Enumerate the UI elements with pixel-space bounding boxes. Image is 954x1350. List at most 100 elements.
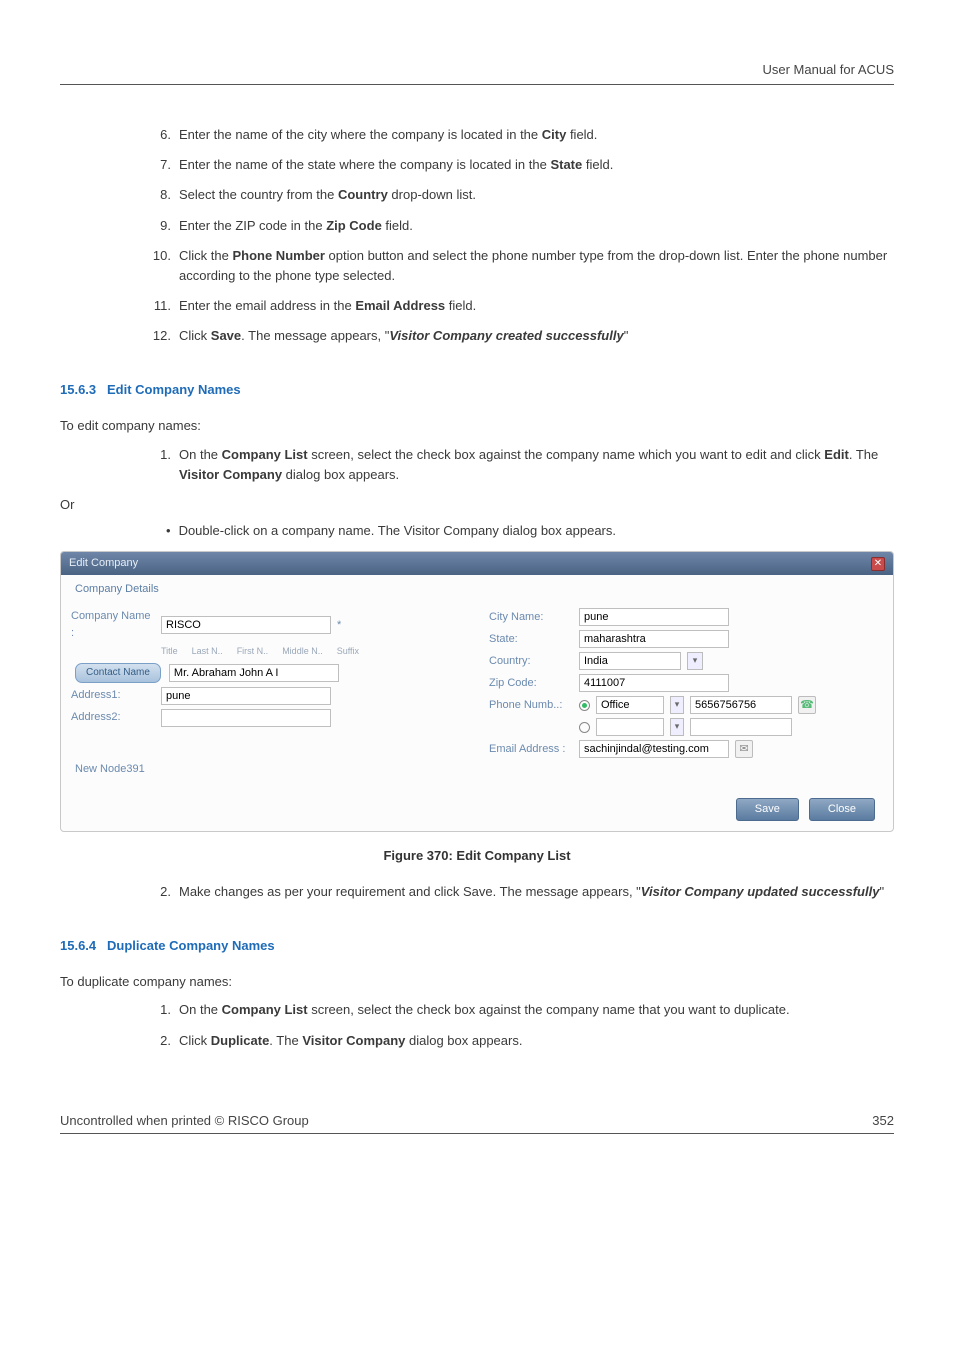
section-heading-edit: 15.6.3 Edit Company Names [60, 380, 894, 400]
list-number: 2. [145, 1031, 171, 1051]
list-number: 1. [145, 1000, 171, 1020]
list-text: Enter the ZIP code in the Zip Code field… [179, 216, 894, 236]
list-item: 9. Enter the ZIP code in the Zip Code fie… [145, 216, 894, 236]
state-label: State: [489, 631, 573, 648]
section-title: Duplicate Company Names [107, 938, 275, 953]
hint-last: Last N.. [192, 645, 223, 659]
list-text: Make changes as per your requirement and… [179, 882, 894, 902]
list-text: Click Save. The message appears, "Visito… [179, 326, 894, 346]
phone-radio-1[interactable] [579, 700, 590, 711]
fieldset-label: Company Details [71, 583, 159, 595]
contact-name-button[interactable]: Contact Name [75, 663, 161, 683]
hint-first: First N.. [237, 645, 269, 659]
address2-input[interactable] [161, 709, 331, 727]
list-number: 8. [145, 185, 171, 205]
or-text: Or [60, 495, 894, 515]
hint-title: Title [161, 645, 178, 659]
section-number: 15.6.4 [60, 938, 96, 953]
zip-label: Zip Code: [489, 675, 573, 692]
address1-label: Address1: [71, 687, 155, 704]
close-icon[interactable]: ✕ [871, 557, 885, 571]
list-item: 2. Click Duplicate. The Visitor Company d… [145, 1031, 894, 1051]
phone-radio-2[interactable] [579, 722, 590, 733]
list-text: On the Company List screen, select the c… [179, 1000, 894, 1020]
state-input[interactable] [579, 630, 729, 648]
list-text: Enter the name of the state where the co… [179, 155, 894, 175]
intro-text-b: To duplicate company names: [60, 972, 894, 992]
phone-input[interactable] [690, 696, 792, 714]
list-text: Enter the email address in the Email Add… [179, 296, 894, 316]
contact-name-input[interactable] [169, 664, 339, 682]
country-label: Country: [489, 653, 573, 670]
list-item: 12. Click Save. The message appears, "Vis… [145, 326, 894, 346]
hint-suffix: Suffix [337, 645, 359, 659]
dialog-titlebar: Edit Company ✕ [61, 552, 893, 575]
list-text: Enter the name of the city where the com… [179, 125, 894, 145]
list-number: 10. [145, 246, 171, 286]
list-number: 12. [145, 326, 171, 346]
email-input[interactable] [579, 740, 729, 758]
required-marker: * [337, 617, 345, 634]
list-number: 11. [145, 296, 171, 316]
list-text: Select the country from the Country drop… [179, 185, 894, 205]
list-number: 9. [145, 216, 171, 236]
page-footer: Uncontrolled when printed © RISCO Group … [60, 1111, 894, 1134]
close-button[interactable]: Close [809, 798, 875, 821]
list-item: 10. Click the Phone Number option button … [145, 246, 894, 286]
email-icon[interactable]: ✉ [735, 740, 753, 758]
phone-label: Phone Numb..: [489, 697, 573, 714]
company-name-label: Company Name : [71, 608, 155, 642]
ordered-list-c: 2. Make changes as per your requirement a… [145, 882, 894, 902]
list-number: 2. [145, 882, 171, 902]
list-text: Click Duplicate. The Visitor Company dia… [179, 1031, 894, 1051]
list-number: 7. [145, 155, 171, 175]
list-item: 1.On the Company List screen, select the… [145, 445, 894, 485]
hint-middle: Middle N.. [282, 645, 323, 659]
list-text: On the Company List screen, select the c… [179, 445, 894, 485]
zip-input[interactable] [579, 674, 729, 692]
phone-type-select[interactable] [596, 696, 664, 714]
footer-page-number: 352 [872, 1111, 894, 1131]
list-item: 6. Enter the name of the city where the c… [145, 125, 894, 145]
save-button[interactable]: Save [736, 798, 799, 821]
dialog-footer: Save Close [61, 792, 893, 831]
section-heading-duplicate: 15.6.4 Duplicate Company Names [60, 936, 894, 956]
list-item: 11. Enter the email address in the Email … [145, 296, 894, 316]
list-item: 8. Select the country from the Country dr… [145, 185, 894, 205]
company-name-input[interactable] [161, 616, 331, 634]
list-item: 1. On the Company List screen, select the… [145, 1000, 894, 1020]
city-label: City Name: [489, 609, 573, 626]
country-select[interactable] [579, 652, 681, 670]
email-label: Email Address : [489, 741, 573, 758]
section-title: Edit Company Names [107, 382, 241, 397]
phone-type-select-2[interactable] [596, 718, 664, 736]
ordered-list-a: 6. Enter the name of the city where the c… [145, 125, 894, 346]
list-number: 1. [145, 445, 171, 485]
figure-caption: Figure 370: Edit Company List [60, 846, 894, 866]
bullet-list-b: Double-click on a company name. The Visi… [60, 521, 894, 541]
new-node-label: New Node391 [71, 757, 465, 778]
dialog-left-column: Company Name : * Title Last N.. First N.… [71, 604, 465, 778]
bullet-item: Double-click on a company name. The Visi… [166, 521, 894, 541]
edit-company-dialog: Edit Company ✕ Company Details Company N… [60, 551, 894, 832]
dialog-right-column: City Name: State: Country: ▾ Zip Code: P… [489, 604, 883, 778]
city-input[interactable] [579, 608, 729, 626]
ordered-list-b: 1.On the Company List screen, select the… [145, 445, 894, 485]
phone-input-2[interactable] [690, 718, 792, 736]
address2-label: Address2: [71, 709, 155, 726]
page-header: User Manual for ACUS [60, 60, 894, 85]
intro-text-a: To edit company names: [60, 416, 894, 436]
list-item: 2. Make changes as per your requirement a… [145, 882, 894, 902]
ordered-list-d: 1. On the Company List screen, select the… [145, 1000, 894, 1050]
address1-input[interactable] [161, 687, 331, 705]
list-item: 7. Enter the name of the state where the … [145, 155, 894, 175]
footer-left: Uncontrolled when printed © RISCO Group [60, 1111, 309, 1131]
chevron-down-icon[interactable]: ▾ [670, 718, 684, 736]
phone-icon[interactable]: ☎ [798, 696, 816, 714]
section-number: 15.6.3 [60, 382, 96, 397]
chevron-down-icon[interactable]: ▾ [687, 652, 703, 670]
list-number: 6. [145, 125, 171, 145]
chevron-down-icon[interactable]: ▾ [670, 696, 684, 714]
dialog-title: Edit Company [69, 555, 138, 572]
list-text: Click the Phone Number option button and… [179, 246, 894, 286]
